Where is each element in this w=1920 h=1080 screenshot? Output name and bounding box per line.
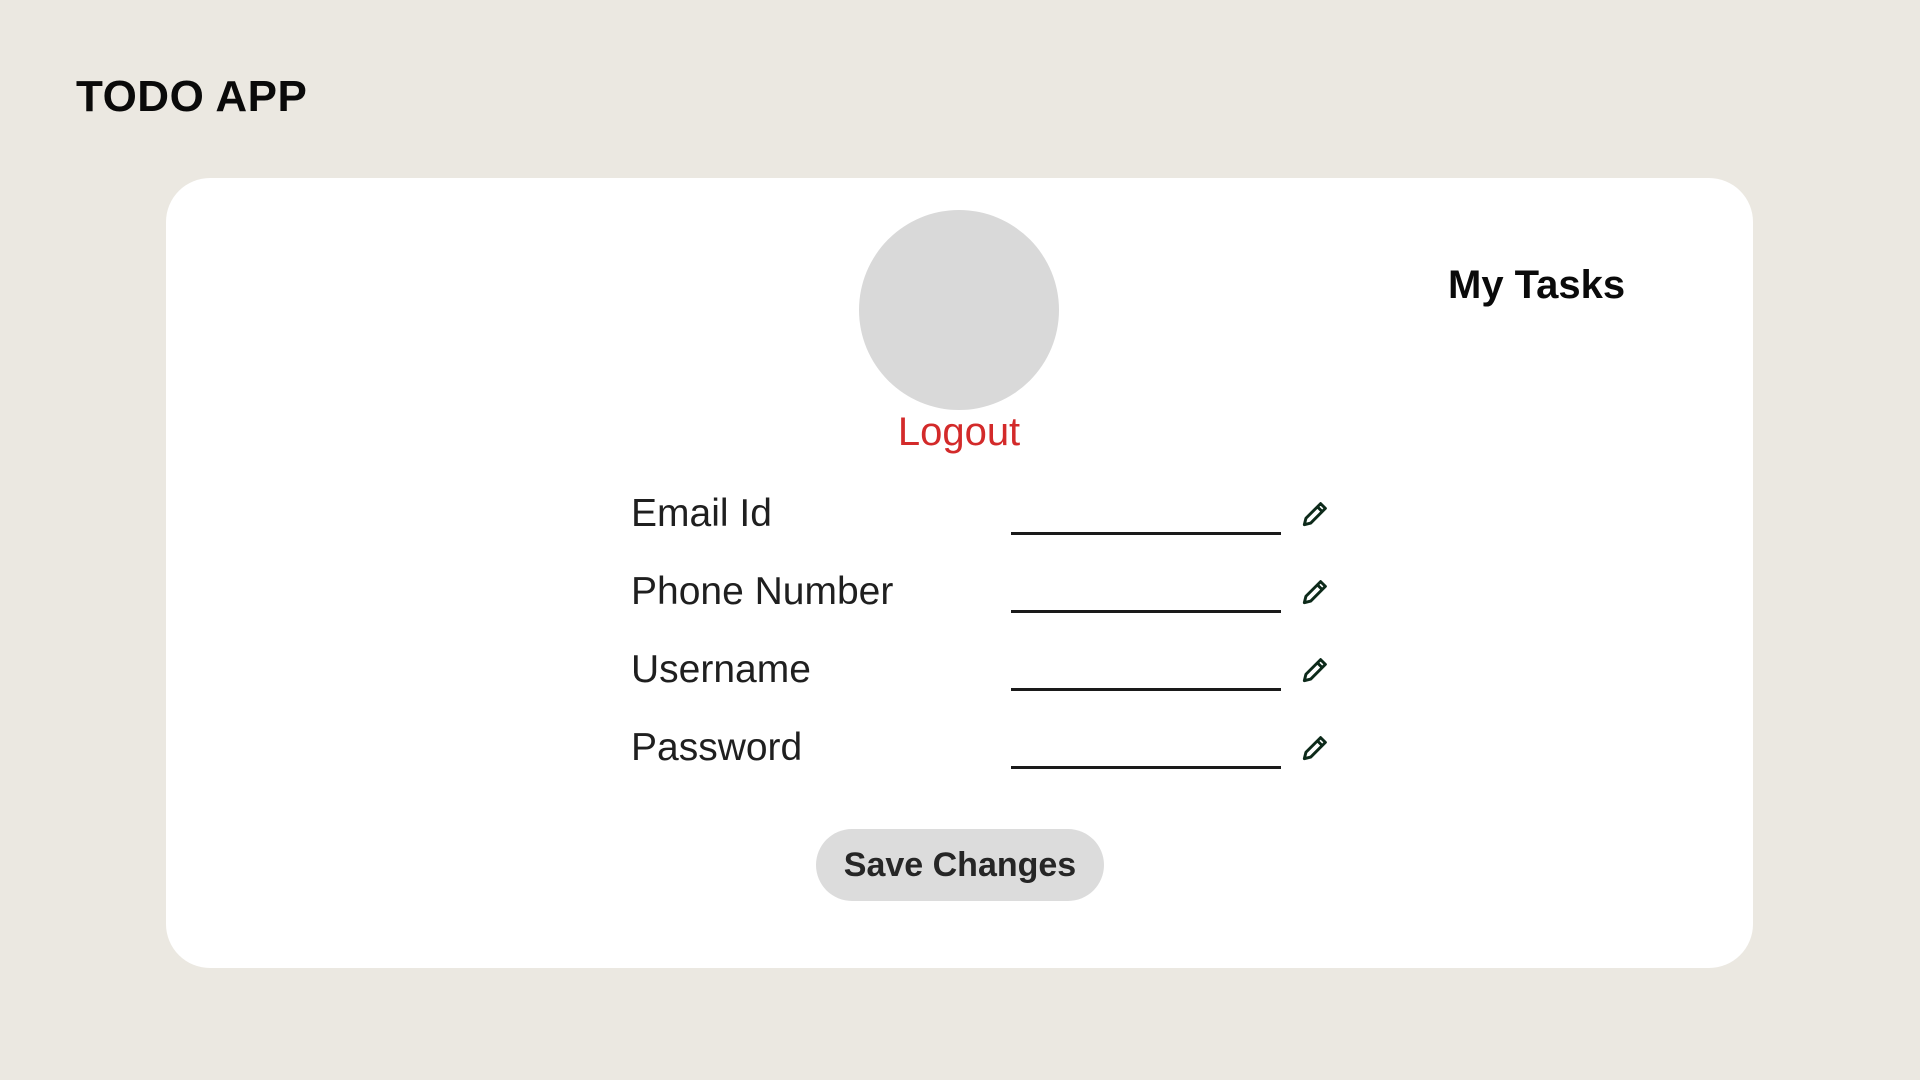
- profile-card: My Tasks Logout Email Id Phone Number Us…: [166, 178, 1753, 968]
- field-row-password: Password: [631, 718, 1331, 796]
- password-label: Password: [631, 726, 803, 769]
- phone-field[interactable]: [1011, 576, 1281, 613]
- field-row-phone: Phone Number: [631, 562, 1331, 640]
- save-changes-button[interactable]: Save Changes: [816, 829, 1104, 901]
- phone-label: Phone Number: [631, 570, 894, 613]
- username-field[interactable]: [1011, 654, 1281, 691]
- pencil-icon[interactable]: [1299, 498, 1331, 530]
- field-row-username: Username: [631, 640, 1331, 718]
- my-tasks-link[interactable]: My Tasks: [1448, 263, 1668, 308]
- email-field[interactable]: [1011, 498, 1281, 535]
- profile-form: Email Id Phone Number Username Password: [631, 484, 1331, 796]
- avatar[interactable]: [859, 210, 1059, 410]
- pencil-icon[interactable]: [1299, 732, 1331, 764]
- field-row-email: Email Id: [631, 484, 1331, 562]
- app-title: TODO APP: [76, 72, 308, 121]
- pencil-icon[interactable]: [1299, 654, 1331, 686]
- logout-button[interactable]: Logout: [809, 410, 1109, 455]
- email-label: Email Id: [631, 492, 772, 535]
- pencil-icon[interactable]: [1299, 576, 1331, 608]
- password-field[interactable]: [1011, 732, 1281, 769]
- username-label: Username: [631, 648, 811, 691]
